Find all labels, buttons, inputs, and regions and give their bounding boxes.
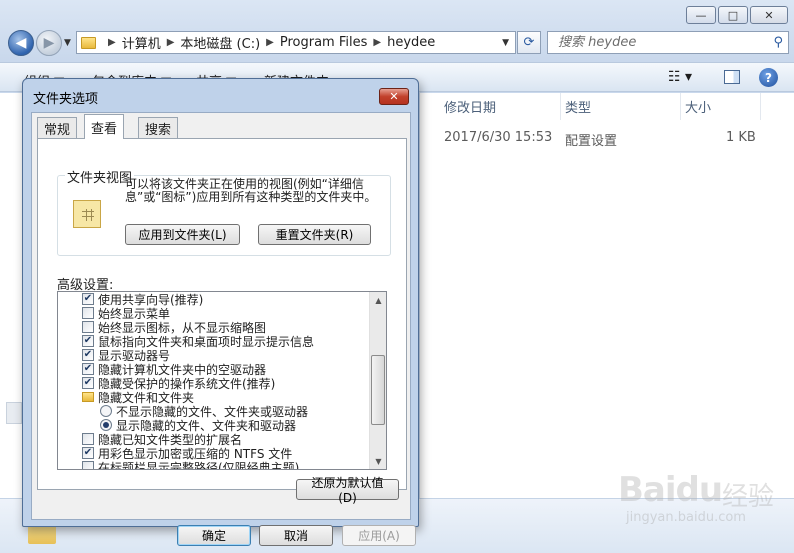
breadcrumb-computer[interactable]: 计算机 bbox=[122, 33, 161, 52]
unchecked-checkbox[interactable] bbox=[82, 433, 94, 445]
view-options-icon[interactable]: ☷ ▾ bbox=[668, 69, 692, 85]
breadcrumb-program-files[interactable]: Program Files bbox=[280, 35, 368, 50]
help-icon[interactable]: ? bbox=[759, 68, 778, 87]
breadcrumb-separator-icon[interactable]: ▶ bbox=[108, 37, 116, 48]
file-date-cell[interactable]: 2017/6/30 15:53 bbox=[444, 130, 552, 145]
breadcrumb-separator-icon[interactable]: ▶ bbox=[266, 37, 274, 48]
checked-checkbox[interactable]: ✔ bbox=[82, 363, 94, 375]
dialog-title: 文件夹选项 bbox=[33, 92, 99, 107]
back-arrow-icon: ◀ bbox=[15, 35, 27, 51]
checked-checkbox[interactable]: ✔ bbox=[82, 293, 94, 305]
watermark-chinese: 经验 bbox=[722, 482, 775, 512]
breadcrumb-local-disk[interactable]: 本地磁盘 (C:) bbox=[180, 33, 260, 52]
folder-views-legend: 文件夹视图 bbox=[65, 167, 135, 186]
search-input[interactable] bbox=[556, 34, 756, 51]
apply-button[interactable]: 应用(A) bbox=[342, 525, 416, 546]
folder-icon bbox=[82, 392, 94, 402]
reset-folders-button[interactable]: 重置文件夹(R) bbox=[258, 224, 371, 245]
advanced-settings-items: ✔ 使用共享向导(推荐) 始终显示菜单 始终显示图标，从不显示缩略图 ✔ 鼠标指向文件夹和… bbox=[58, 292, 367, 470]
watermark-brand: Baidu bbox=[618, 470, 723, 510]
unchecked-checkbox[interactable] bbox=[82, 321, 94, 333]
folder-views-group: 文件夹视图 可以将该文件夹正在使用的视图(例如“详细信息”或“图标”)应用到所有… bbox=[57, 167, 391, 256]
scroll-down-icon[interactable]: ▼ bbox=[370, 453, 386, 469]
breadcrumb-separator-icon[interactable]: ▶ bbox=[167, 37, 175, 48]
window-caption-buttons: — □ ✕ bbox=[686, 6, 788, 24]
history-dropdown-icon[interactable]: ▼ bbox=[64, 38, 71, 48]
scroll-thumb[interactable] bbox=[371, 355, 385, 425]
folder-options-dialog: 文件夹选项 ✕ 常规 查看 搜索 文件夹视图 可以将该文件夹正在使用的视图(例如… bbox=[22, 78, 419, 546]
advanced-settings-scrollbar[interactable]: ▲ ▼ bbox=[369, 292, 386, 469]
back-button[interactable]: ◀ bbox=[8, 30, 34, 56]
unchecked-checkbox[interactable] bbox=[82, 461, 94, 469]
unchecked-checkbox[interactable] bbox=[82, 307, 94, 319]
file-type-cell[interactable]: 配置设置 bbox=[565, 130, 617, 149]
radio-dot bbox=[103, 422, 109, 428]
search-box[interactable]: ⚲ bbox=[547, 31, 789, 54]
advanced-settings-list[interactable]: ✔ 使用共享向导(推荐) 始终显示菜单 始终显示图标，从不显示缩略图 ✔ 鼠标指向文件夹和… bbox=[57, 291, 387, 470]
folder-views-icon bbox=[73, 200, 101, 228]
dialog-body: 常规 查看 搜索 文件夹视图 可以将该文件夹正在使用的视图(例如“详细信息”或“… bbox=[31, 112, 416, 546]
search-icon[interactable]: ⚲ bbox=[773, 35, 783, 50]
cancel-button[interactable]: 取消 bbox=[259, 525, 333, 546]
advanced-setting-label: 在标题栏显示完整路径(仅限经典主题) bbox=[98, 460, 300, 470]
advanced-setting-row[interactable]: 在标题栏显示完整路径(仅限经典主题) bbox=[58, 460, 367, 470]
radio-button[interactable] bbox=[100, 405, 112, 417]
nav-pane-scrollbar-stub[interactable] bbox=[6, 402, 22, 424]
preview-pane-icon[interactable] bbox=[724, 70, 740, 84]
address-bar[interactable]: ▶ 计算机 ▶ 本地磁盘 (C:) ▶ Program Files ▶ heyd… bbox=[76, 31, 516, 54]
maximize-button[interactable]: □ bbox=[718, 6, 748, 24]
column-header-type[interactable]: 类型 bbox=[561, 93, 681, 120]
apply-to-folders-button[interactable]: 应用到文件夹(L) bbox=[125, 224, 240, 245]
watermark-url: jingyan.baidu.com bbox=[626, 510, 746, 525]
tab-general[interactable]: 常规 bbox=[37, 117, 78, 138]
checked-checkbox[interactable]: ✔ bbox=[82, 335, 94, 347]
tab-panel-view: 文件夹视图 可以将该文件夹正在使用的视图(例如“详细信息”或“图标”)应用到所有… bbox=[37, 138, 407, 505]
restore-defaults-button[interactable]: 还原为默认值(D) bbox=[296, 476, 399, 505]
breadcrumb-separator-icon[interactable]: ▶ bbox=[373, 37, 381, 48]
minimize-button[interactable]: — bbox=[686, 6, 716, 24]
refresh-icon: ⟳ bbox=[523, 35, 535, 50]
checked-checkbox[interactable]: ✔ bbox=[82, 447, 94, 459]
ok-button[interactable]: 确定 bbox=[177, 525, 251, 546]
scroll-up-icon[interactable]: ▲ bbox=[370, 292, 386, 308]
file-list[interactable]: 修改日期 类型 大小 2017/6/30 15:53 配置设置 1 KB bbox=[420, 93, 794, 498]
tab-view[interactable]: 查看 bbox=[84, 114, 125, 139]
column-header-size[interactable]: 大小 bbox=[681, 93, 761, 120]
column-header-date[interactable]: 修改日期 bbox=[420, 93, 561, 120]
forward-arrow-icon: ▶ bbox=[43, 35, 55, 51]
baidu-jingyan-watermark: Baidu 经验 jingyan.baidu.com bbox=[618, 470, 788, 530]
folder-views-description: 可以将该文件夹正在使用的视图(例如“详细信息”或“图标”)应用到所有这种类型的文… bbox=[125, 177, 377, 204]
forward-button[interactable]: ▶ bbox=[36, 30, 62, 56]
file-size-cell[interactable]: 1 KB bbox=[726, 130, 756, 145]
close-icon: ✕ bbox=[389, 90, 399, 103]
tab-search[interactable]: 搜索 bbox=[138, 117, 179, 138]
folder-icon bbox=[81, 36, 96, 49]
address-dropdown-icon[interactable]: ▼ bbox=[502, 38, 509, 48]
checked-checkbox[interactable]: ✔ bbox=[82, 349, 94, 361]
breadcrumb-heydee[interactable]: heydee bbox=[387, 35, 435, 50]
checked-checkbox[interactable]: ✔ bbox=[82, 377, 94, 389]
selected-radio-button[interactable] bbox=[100, 419, 112, 431]
window-close-button[interactable]: ✕ bbox=[750, 6, 788, 24]
refresh-button[interactable]: ⟳ bbox=[517, 31, 541, 54]
dialog-close-button[interactable]: ✕ bbox=[379, 88, 409, 105]
